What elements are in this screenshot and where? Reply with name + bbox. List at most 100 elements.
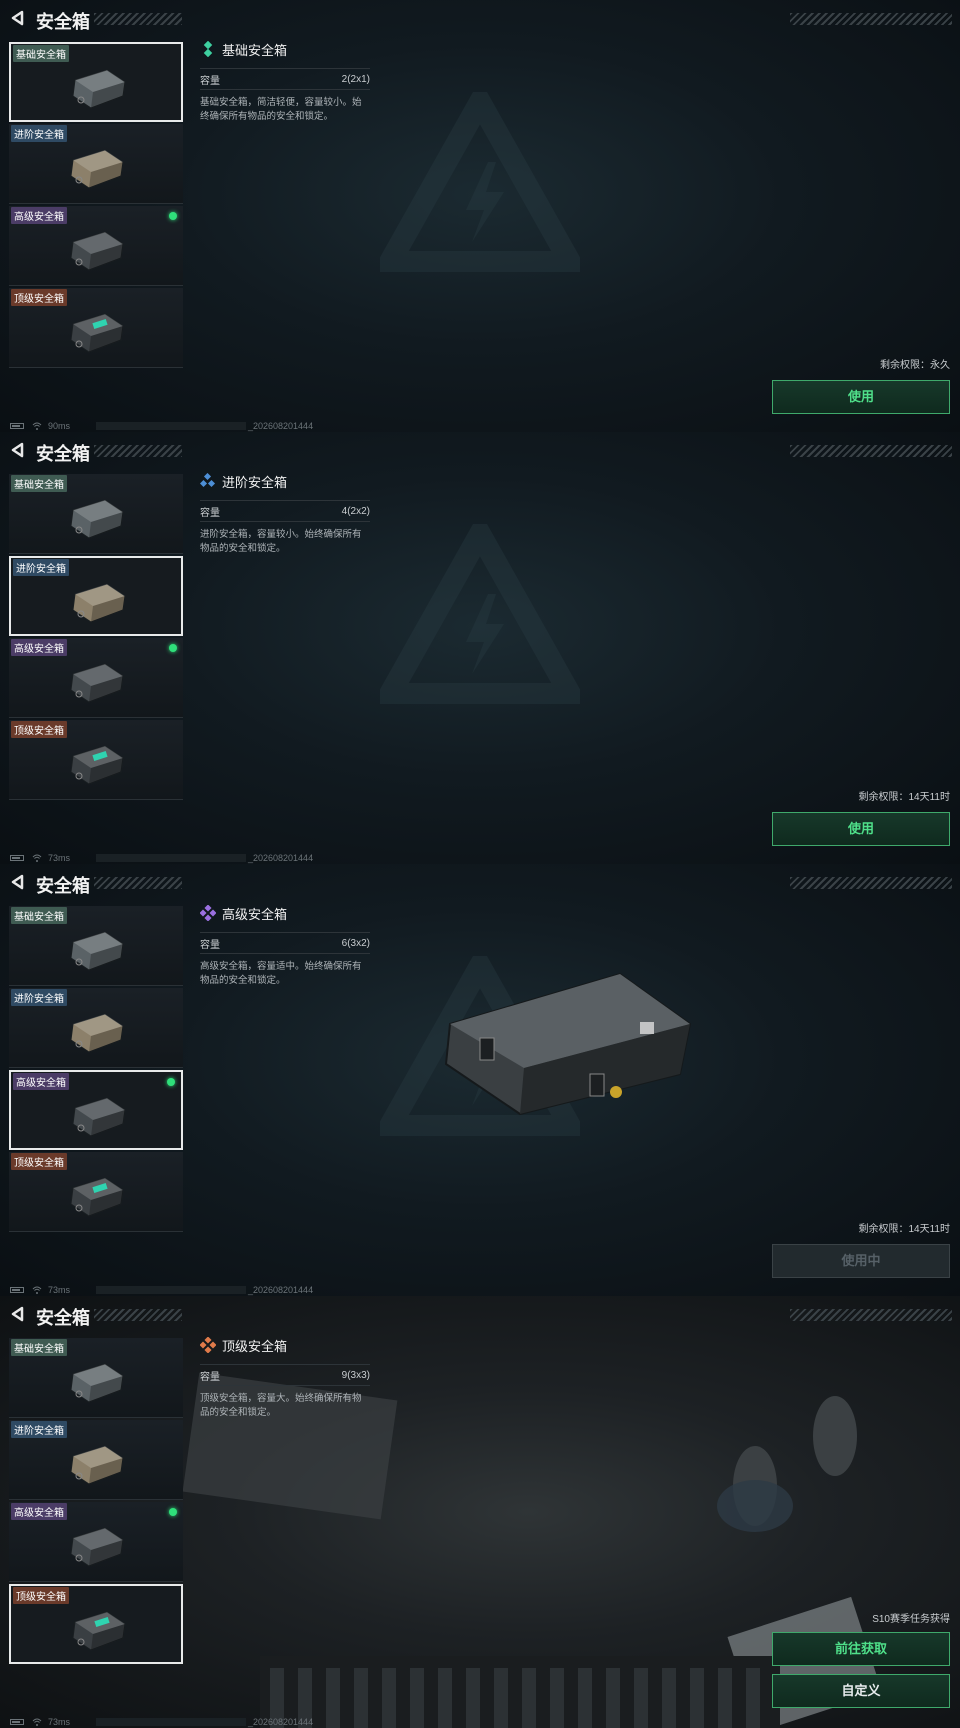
- wifi-icon: [32, 422, 42, 430]
- safe-box-card[interactable]: 高级安全箱: [9, 1502, 183, 1582]
- battery-icon: [10, 423, 24, 429]
- safe-box-card[interactable]: 基础安全箱: [9, 474, 183, 554]
- safe-box-card[interactable]: 顶级安全箱: [9, 288, 183, 368]
- rarity-diamond-icon: [199, 472, 216, 489]
- safe-box-card[interactable]: 顶级安全箱: [9, 720, 183, 800]
- go-acquire-button[interactable]: 前往获取: [772, 1632, 950, 1666]
- build-id: _202608201444: [248, 853, 314, 863]
- safe-box-image: [65, 1008, 127, 1056]
- build-info-redacted: [96, 1718, 246, 1726]
- back-arrow-icon[interactable]: [10, 874, 26, 890]
- status-bar: 73ms _202608201444: [10, 1716, 313, 1728]
- safe-box-card-label: 基础安全箱: [11, 907, 67, 924]
- status-bar: 73ms _202608201444: [10, 852, 313, 864]
- capacity-row: 容量 2(2x1): [200, 68, 370, 90]
- battery-icon: [10, 1287, 24, 1293]
- use-button[interactable]: 使用: [772, 380, 950, 414]
- item-name: 高级安全箱: [222, 906, 288, 922]
- item-name: 顶级安全箱: [222, 1338, 288, 1354]
- safe-box-image: [65, 308, 127, 356]
- capacity-label: 容量: [200, 939, 220, 951]
- wifi-icon: [32, 1718, 42, 1726]
- use-button[interactable]: 使用: [772, 812, 950, 846]
- build-id: _202608201444: [248, 1285, 314, 1295]
- safe-box-list: 基础安全箱 进阶安全箱 高级安全箱 顶级安全箱: [9, 474, 183, 802]
- safe-box-card[interactable]: 进阶安全箱: [9, 124, 183, 204]
- safe-box-card[interactable]: 基础安全箱: [9, 1338, 183, 1418]
- ping-value: 73ms: [48, 853, 71, 863]
- safe-box-card-label: 高级安全箱: [11, 1503, 67, 1520]
- safe-box-card-label: 进阶安全箱: [11, 1421, 67, 1438]
- safe-box-card[interactable]: 基础安全箱: [9, 42, 183, 122]
- safe-box-card[interactable]: 顶级安全箱: [9, 1152, 183, 1232]
- safe-box-image: [65, 226, 127, 274]
- safe-box-card-label: 进阶安全箱: [11, 125, 67, 142]
- header-decoration: [790, 445, 952, 457]
- customize-button[interactable]: 自定义: [772, 1674, 950, 1708]
- header-decoration: [94, 1309, 182, 1321]
- header-bar: 安全箱: [0, 0, 960, 36]
- back-arrow-icon[interactable]: [10, 442, 26, 458]
- safe-box-card-label: 基础安全箱: [13, 45, 69, 62]
- safe-box-card[interactable]: 顶级安全箱: [9, 1584, 183, 1664]
- capacity-label: 容量: [200, 1371, 220, 1383]
- safe-box-image: [65, 1172, 127, 1220]
- safe-box-image: [65, 144, 127, 192]
- page-title: 安全箱: [36, 444, 90, 464]
- safe-box-card-label: 顶级安全箱: [13, 1587, 69, 1604]
- safe-box-card-label: 顶级安全箱: [11, 289, 67, 306]
- build-info-redacted: [96, 1286, 246, 1294]
- safe-box-card[interactable]: 高级安全箱: [9, 638, 183, 718]
- safe-box-card[interactable]: 进阶安全箱: [9, 988, 183, 1068]
- safe-box-image: [65, 658, 127, 706]
- safe-box-card-label: 高级安全箱: [11, 207, 67, 224]
- item-description: 进阶安全箱，容量较小。始终确保所有物品的安全和锁定。: [200, 529, 362, 554]
- back-arrow-icon[interactable]: [10, 10, 26, 26]
- equipped-indicator: [167, 1078, 175, 1086]
- safe-box-card[interactable]: 进阶安全箱: [9, 1420, 183, 1500]
- safe-box-panel: 安全箱 基础安全箱 进阶安全箱 高级安全箱: [0, 432, 960, 864]
- item-name: 进阶安全箱: [222, 474, 288, 490]
- logo-watermark-icon: [380, 524, 580, 704]
- safe-box-card[interactable]: 高级安全箱: [9, 1070, 183, 1150]
- back-arrow-icon[interactable]: [10, 1306, 26, 1322]
- build-id: _202608201444: [248, 421, 314, 431]
- item-name: 基础安全箱: [222, 42, 288, 58]
- safe-box-card-label: 高级安全箱: [13, 1073, 69, 1090]
- in-use-button[interactable]: 使用中: [772, 1244, 950, 1278]
- safe-box-3d-preview: [444, 972, 692, 1116]
- safe-box-list: 基础安全箱 进阶安全箱 高级安全箱 顶级安全箱: [9, 906, 183, 1234]
- wifi-icon: [32, 1286, 42, 1294]
- safe-box-card-label: 高级安全箱: [11, 639, 67, 656]
- battery-icon: [10, 855, 24, 861]
- equipped-indicator: [169, 644, 177, 652]
- safe-box-image: [65, 1440, 127, 1488]
- header-decoration: [94, 877, 182, 889]
- capacity-value: 2(2x1): [341, 73, 370, 85]
- build-id: _202608201444: [248, 1717, 314, 1727]
- page-title: 安全箱: [36, 876, 90, 896]
- safe-box-card-label: 顶级安全箱: [11, 721, 67, 738]
- safe-box-card[interactable]: 进阶安全箱: [9, 556, 183, 636]
- ping-value: 90ms: [48, 421, 71, 431]
- wifi-icon: [32, 854, 42, 862]
- header-bar: 安全箱: [0, 864, 960, 900]
- build-info-redacted: [96, 854, 246, 862]
- header-decoration: [790, 1309, 952, 1321]
- battery-icon: [10, 1719, 24, 1725]
- safe-box-image: [65, 926, 127, 974]
- safe-box-card-label: 进阶安全箱: [13, 559, 69, 576]
- safe-box-card[interactable]: 基础安全箱: [9, 906, 183, 986]
- header-decoration: [94, 13, 182, 25]
- capacity-label: 容量: [200, 75, 220, 87]
- ping-value: 73ms: [48, 1285, 71, 1295]
- equipped-indicator: [169, 212, 177, 220]
- item-info: 进阶安全箱 容量 4(2x2) 进阶安全箱，容量较小。始终确保所有物品的安全和锁…: [199, 472, 370, 556]
- item-info: 高级安全箱 容量 6(3x2) 高级安全箱，容量适中。始终确保所有物品的安全和锁…: [199, 904, 370, 988]
- safe-box-card-label: 顶级安全箱: [11, 1153, 67, 1170]
- header-decoration: [94, 445, 182, 457]
- safe-box-card[interactable]: 高级安全箱: [9, 206, 183, 286]
- safe-box-panel: 安全箱 基础安全箱 进阶安全箱 高级安全箱: [0, 1296, 960, 1728]
- safe-box-list: 基础安全箱 进阶安全箱 高级安全箱 顶级安全箱: [9, 1338, 183, 1666]
- item-info: 顶级安全箱 容量 9(3x3) 顶级安全箱，容量大。始终确保所有物品的安全和锁定…: [199, 1336, 370, 1420]
